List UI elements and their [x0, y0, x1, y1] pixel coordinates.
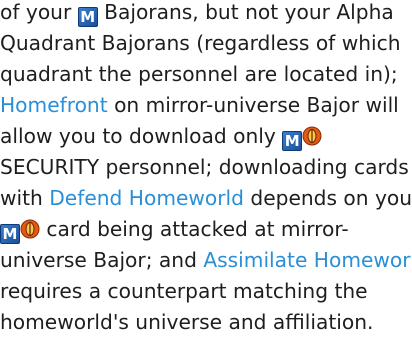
text-segment: universe Bajor; and [0, 248, 197, 272]
security-icon [302, 126, 322, 146]
text-line: quadrant the personnel are located in); [0, 62, 398, 86]
mirror-universe-icon: M [282, 131, 303, 151]
text-line: SECURITY personnel; downloading cards [0, 155, 409, 179]
text-segment: of your [0, 0, 72, 24]
text-line: homeworld's universe and affiliation. [0, 310, 374, 334]
mirror-universe-icon: M [77, 7, 98, 27]
text-line: Quadrant Bajorans (regardless of which [0, 31, 401, 55]
card-ruling-text: of your M Bajorans, but not your Alpha Q… [0, 0, 412, 343]
text-line: M card being attacked at mirror- [0, 217, 349, 244]
text-segment: on mirror-universe Bajor will [114, 93, 399, 117]
mirror-security-icon-pair: M [0, 217, 40, 244]
text-line: requires a counterpart matching the [0, 279, 368, 303]
mirror-universe-icon: M [0, 224, 20, 244]
mirror-security-icon-pair: M [282, 124, 322, 151]
homefront-link[interactable]: Homefront [0, 93, 108, 117]
security-icon [20, 219, 40, 239]
text-line: allow you to download only M [0, 124, 322, 151]
text-segment: card being attacked at mirror- [46, 217, 349, 241]
defend-homeworld-link[interactable]: Defend Homeworld [49, 186, 244, 210]
text-line: of your M Bajorans, but not your Alpha [0, 0, 394, 27]
text-line: universe Bajor; and Assimilate Homeworld [0, 248, 412, 272]
assimilate-homeworld-link[interactable]: Assimilate Homeworld [203, 248, 412, 272]
text-segment: Bajorans, but not your Alpha [104, 0, 394, 24]
text-line: Homefront on mirror-universe Bajor will [0, 93, 399, 117]
text-segment: with [0, 186, 43, 210]
text-segment: allow you to download only [0, 124, 276, 148]
text-segment: depends on your [250, 186, 412, 210]
text-line: with Defend Homeworld depends on your [0, 186, 412, 210]
